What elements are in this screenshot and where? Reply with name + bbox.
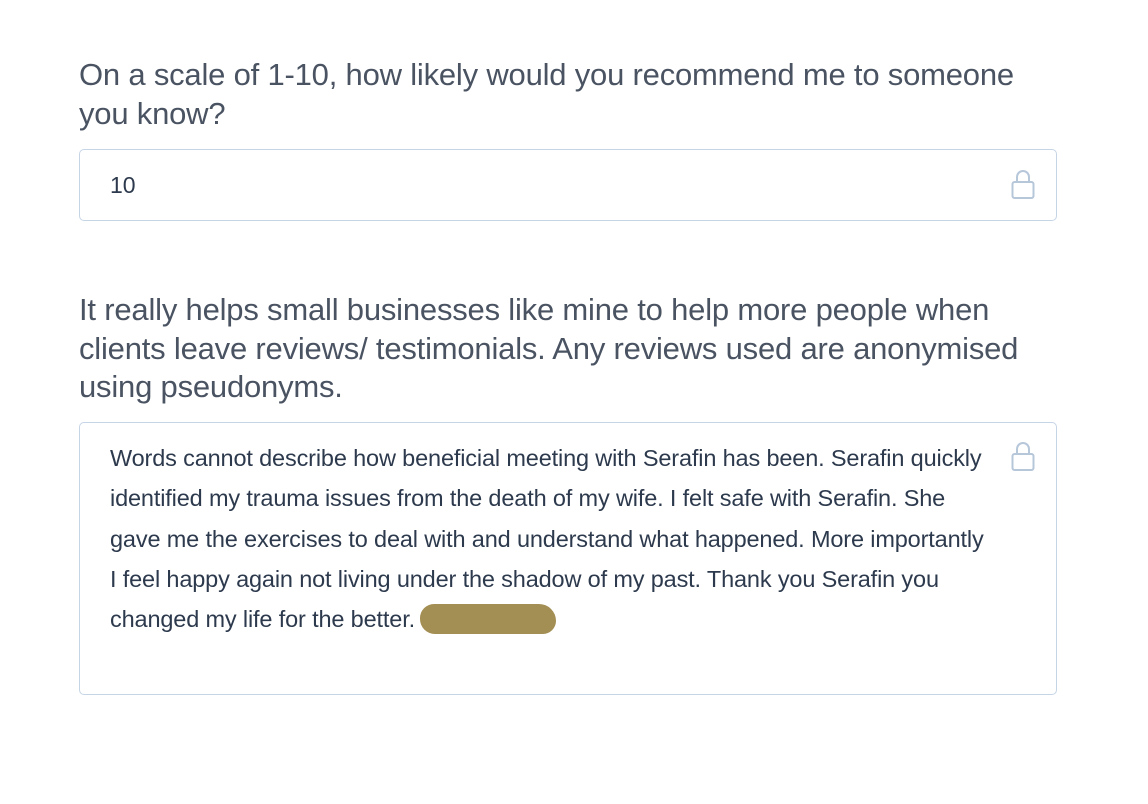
lock-icon	[1011, 170, 1035, 199]
testimonial-field[interactable]: Words cannot describe how beneficial mee…	[79, 422, 1057, 695]
recommend-score-field[interactable]: 10	[79, 149, 1057, 221]
question-label-testimonial: It really helps small businesses like mi…	[79, 292, 1019, 404]
question-label-recommend-score: On a scale of 1-10, how likely would you…	[79, 57, 1014, 131]
testimonial-value-container: Words cannot describe how beneficial mee…	[110, 438, 990, 639]
testimonial-text: Words cannot describe how beneficial mee…	[110, 445, 984, 633]
lock-icon	[1011, 442, 1035, 471]
redaction-mark	[419, 604, 556, 635]
recommend-score-value: 10	[110, 172, 136, 198]
